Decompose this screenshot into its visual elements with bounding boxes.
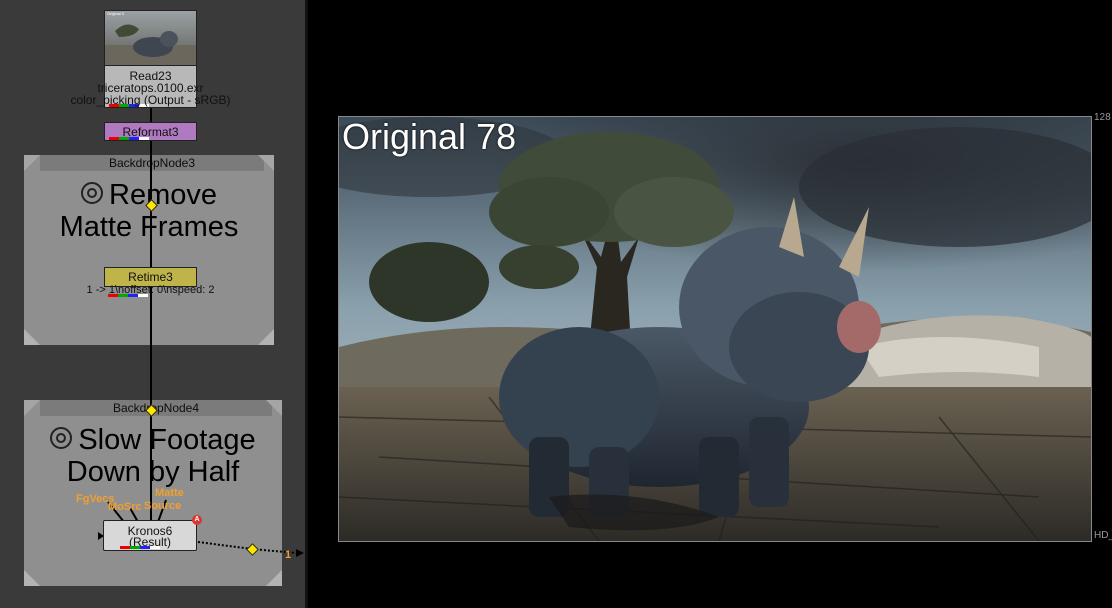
kronos-colorbar [120,546,160,549]
read-thumbnail-label: Original 0 [107,11,125,16]
read-node[interactable]: Original 0 [104,10,197,66]
triceratops-image [339,117,1091,541]
viewer-overlay-text: Original 78 [342,116,517,157]
output-label: 1 [285,549,292,561]
format-label-top: 128 [1094,112,1111,123]
kronos-node[interactable]: Kronos6 (Result) [103,520,197,551]
input-label-mosrc: MoSrc [108,501,142,513]
input-label-matte: Matte [155,487,184,499]
reformat-node[interactable]: Reformat3 [104,122,197,141]
node-graph-panel[interactable]: BackdropNode3 Remove Matte Frames Backdr… [0,0,305,608]
retime-node-params: 1 -> 1\noffset: 0\nspeed: 2 [86,284,215,296]
retime-node-name: Retime3 [128,270,173,284]
viewer-panel[interactable]: 128 Original 78 HD [308,0,1112,608]
read-thumbnail [105,11,196,65]
kronos-badge-icon: A [192,515,202,525]
input-label-source: Source [144,500,182,512]
retime-colorbar [108,294,148,297]
read-node-colorspace: color_picking (Output - sRGB) [70,93,231,107]
viewer-image[interactable]: Original 78 [338,116,1092,542]
format-label-bottom: HD_ [1094,530,1112,541]
reformat-colorbar [109,137,149,140]
